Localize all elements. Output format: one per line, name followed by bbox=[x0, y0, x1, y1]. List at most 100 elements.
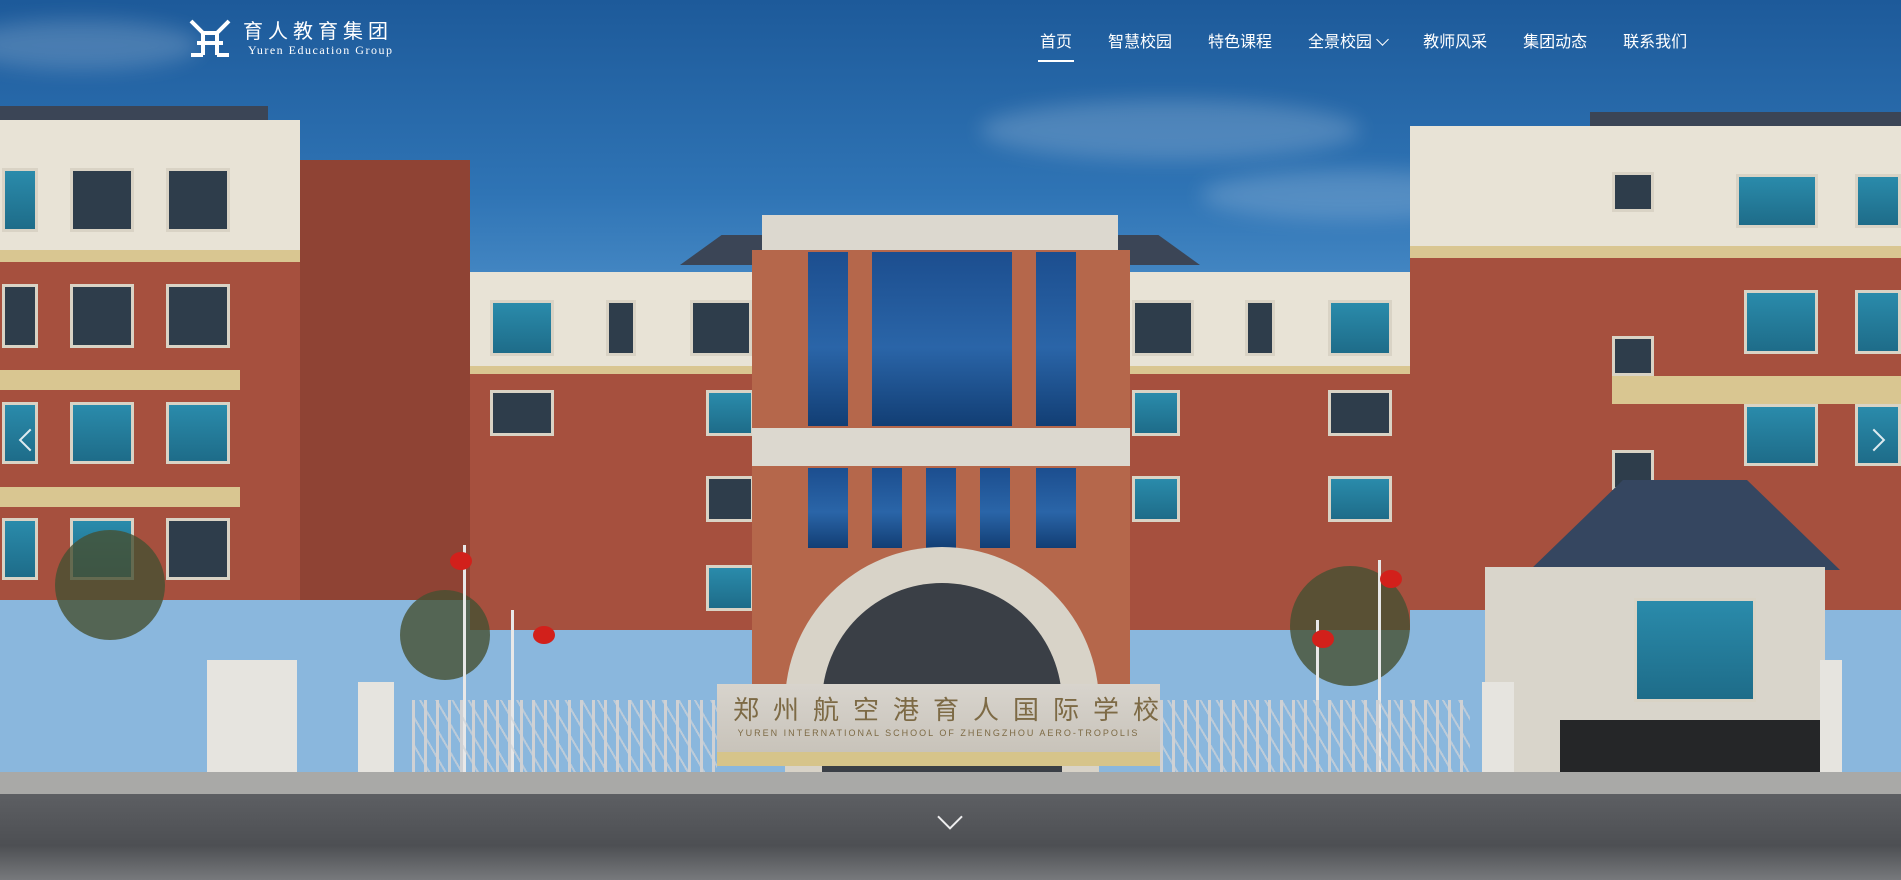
cloud bbox=[980, 100, 1360, 160]
yr-monogram-icon bbox=[189, 19, 231, 57]
nav-item-teachers[interactable]: 教师风采 bbox=[1423, 30, 1487, 62]
band bbox=[1410, 246, 1901, 258]
glass-facade bbox=[872, 468, 902, 548]
chevron-down-icon bbox=[1376, 33, 1389, 46]
window bbox=[70, 284, 134, 348]
window bbox=[1612, 336, 1654, 376]
roof bbox=[1590, 112, 1901, 126]
red-lantern bbox=[1380, 570, 1402, 588]
red-lantern bbox=[533, 626, 555, 644]
gate-pillar bbox=[207, 660, 297, 772]
band bbox=[1612, 376, 1901, 404]
window bbox=[1132, 476, 1180, 522]
window bbox=[166, 168, 230, 232]
brand-name-cn: 育人教育集团 bbox=[243, 19, 393, 43]
chevron-left-icon bbox=[18, 428, 42, 452]
carousel-next-button[interactable] bbox=[1862, 420, 1892, 460]
window bbox=[490, 300, 554, 356]
nav-item-smart-campus[interactable]: 智慧校园 bbox=[1108, 30, 1172, 62]
window bbox=[2, 518, 38, 580]
window bbox=[706, 476, 754, 522]
glass-facade bbox=[872, 252, 1012, 426]
window bbox=[490, 390, 554, 436]
chevron-right-icon bbox=[1862, 428, 1886, 452]
nav-item-panorama[interactable]: 全景校园 bbox=[1308, 30, 1389, 62]
tower-crown bbox=[762, 215, 1118, 251]
glass-facade bbox=[808, 252, 848, 426]
nav-item-news[interactable]: 集团动态 bbox=[1523, 30, 1587, 62]
glass-facade bbox=[926, 468, 956, 548]
logo-text: 育人教育集团 Yuren Education Group bbox=[243, 19, 393, 57]
nav-item-label: 教师风采 bbox=[1423, 32, 1488, 51]
window bbox=[706, 390, 754, 436]
glass-facade bbox=[1036, 252, 1076, 426]
building-wing-left bbox=[0, 120, 300, 260]
nav-item-label: 智慧校园 bbox=[1108, 32, 1173, 51]
window bbox=[1634, 598, 1756, 702]
window bbox=[1744, 290, 1818, 354]
window bbox=[1245, 300, 1275, 356]
glass-facade bbox=[1036, 468, 1076, 548]
chevron-down-icon bbox=[937, 804, 963, 830]
nav-item-home[interactable]: 首页 bbox=[1037, 30, 1075, 62]
nav-item-label: 联系我们 bbox=[1623, 32, 1688, 51]
window bbox=[2, 168, 38, 232]
nav-item-label: 特色课程 bbox=[1208, 32, 1273, 51]
band bbox=[470, 366, 760, 374]
glass-facade bbox=[808, 468, 848, 548]
window bbox=[1132, 390, 1180, 436]
window bbox=[1744, 404, 1818, 466]
tree bbox=[55, 530, 165, 640]
window bbox=[1328, 390, 1392, 436]
window bbox=[1132, 300, 1194, 356]
nav-item-label: 全景校园 bbox=[1308, 32, 1373, 51]
window bbox=[166, 518, 230, 580]
band bbox=[1130, 366, 1410, 374]
logo[interactable]: 育人教育集团 Yuren Education Group bbox=[187, 17, 393, 59]
sidewalk bbox=[0, 772, 1901, 794]
nav-item-label: 集团动态 bbox=[1523, 32, 1588, 51]
booth-base bbox=[1560, 720, 1823, 777]
band bbox=[0, 250, 300, 262]
building-wing-left-side bbox=[300, 160, 470, 600]
glass-facade bbox=[980, 468, 1010, 548]
nav-item-label: 首页 bbox=[1040, 32, 1073, 51]
gate-pillar bbox=[1820, 660, 1842, 772]
window bbox=[1855, 290, 1901, 354]
main-nav: 首页 智慧校园 特色课程 全景校园 教师风采 集团动态 联系我们 bbox=[1037, 30, 1723, 62]
building-wing-right bbox=[1410, 126, 1901, 256]
scroll-down-button[interactable] bbox=[934, 804, 966, 832]
school-sign-name-cn: 郑州航空港育人国际学校 bbox=[733, 696, 1174, 726]
roof bbox=[0, 106, 268, 120]
gate-pillar bbox=[1482, 682, 1514, 772]
nav-item-courses[interactable]: 特色课程 bbox=[1208, 30, 1272, 62]
school-sign-name-en: YUREN INTERNATIONAL SCHOOL OF ZHENGZHOU … bbox=[737, 728, 1140, 738]
nav-item-contact[interactable]: 联系我们 bbox=[1623, 30, 1687, 62]
window bbox=[606, 300, 636, 356]
hero-banner: 郑州航空港育人国际学校 YUREN INTERNATIONAL SCHOOL O… bbox=[0, 0, 1901, 880]
red-lantern bbox=[450, 552, 472, 570]
window bbox=[1612, 172, 1654, 212]
window bbox=[706, 565, 754, 611]
site-header: 育人教育集团 Yuren Education Group 首页 智慧校园 特色课… bbox=[0, 0, 1901, 90]
window bbox=[690, 300, 752, 356]
window bbox=[1328, 476, 1392, 522]
band bbox=[0, 370, 240, 390]
sliding-gate-left bbox=[412, 700, 717, 772]
brand-name-en: Yuren Education Group bbox=[248, 43, 394, 57]
tree bbox=[400, 590, 490, 680]
sliding-gate-right bbox=[1160, 700, 1470, 772]
window bbox=[1328, 300, 1392, 356]
window bbox=[166, 402, 230, 464]
gate-pillar bbox=[358, 682, 394, 772]
carousel-prev-button[interactable] bbox=[12, 420, 42, 460]
window bbox=[166, 284, 230, 348]
tower-ledge bbox=[752, 428, 1130, 466]
window bbox=[1855, 174, 1901, 228]
window bbox=[70, 168, 134, 232]
red-lantern bbox=[1312, 630, 1334, 648]
band bbox=[0, 487, 240, 507]
window bbox=[70, 402, 134, 464]
window bbox=[2, 284, 38, 348]
school-sign: 郑州航空港育人国际学校 YUREN INTERNATIONAL SCHOOL O… bbox=[717, 684, 1160, 766]
